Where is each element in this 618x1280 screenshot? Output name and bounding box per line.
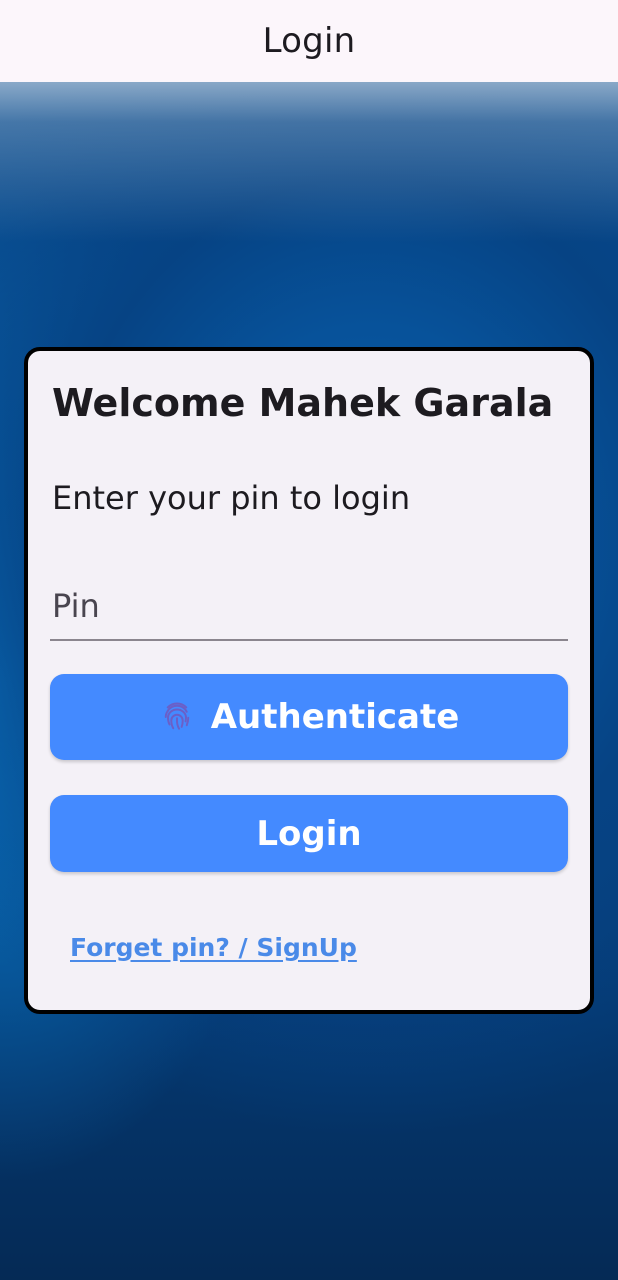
login-button[interactable]: Login xyxy=(50,795,568,872)
app-bar: Login xyxy=(0,0,618,82)
forgot-pin-signup-link[interactable]: Forget pin? / SignUp xyxy=(70,933,357,962)
instruction-text: Enter your pin to login xyxy=(52,479,411,517)
pin-field[interactable] xyxy=(50,573,568,641)
authenticate-button[interactable]: Authenticate xyxy=(50,674,568,760)
page-title: Login xyxy=(262,21,356,61)
login-card: Welcome Mahek Garala Enter your pin to l… xyxy=(24,347,594,1014)
pin-input[interactable] xyxy=(50,587,568,625)
login-label: Login xyxy=(256,813,362,854)
authenticate-label: Authenticate xyxy=(210,697,460,737)
fingerprint-icon xyxy=(159,699,195,735)
welcome-heading: Welcome Mahek Garala xyxy=(52,381,554,425)
